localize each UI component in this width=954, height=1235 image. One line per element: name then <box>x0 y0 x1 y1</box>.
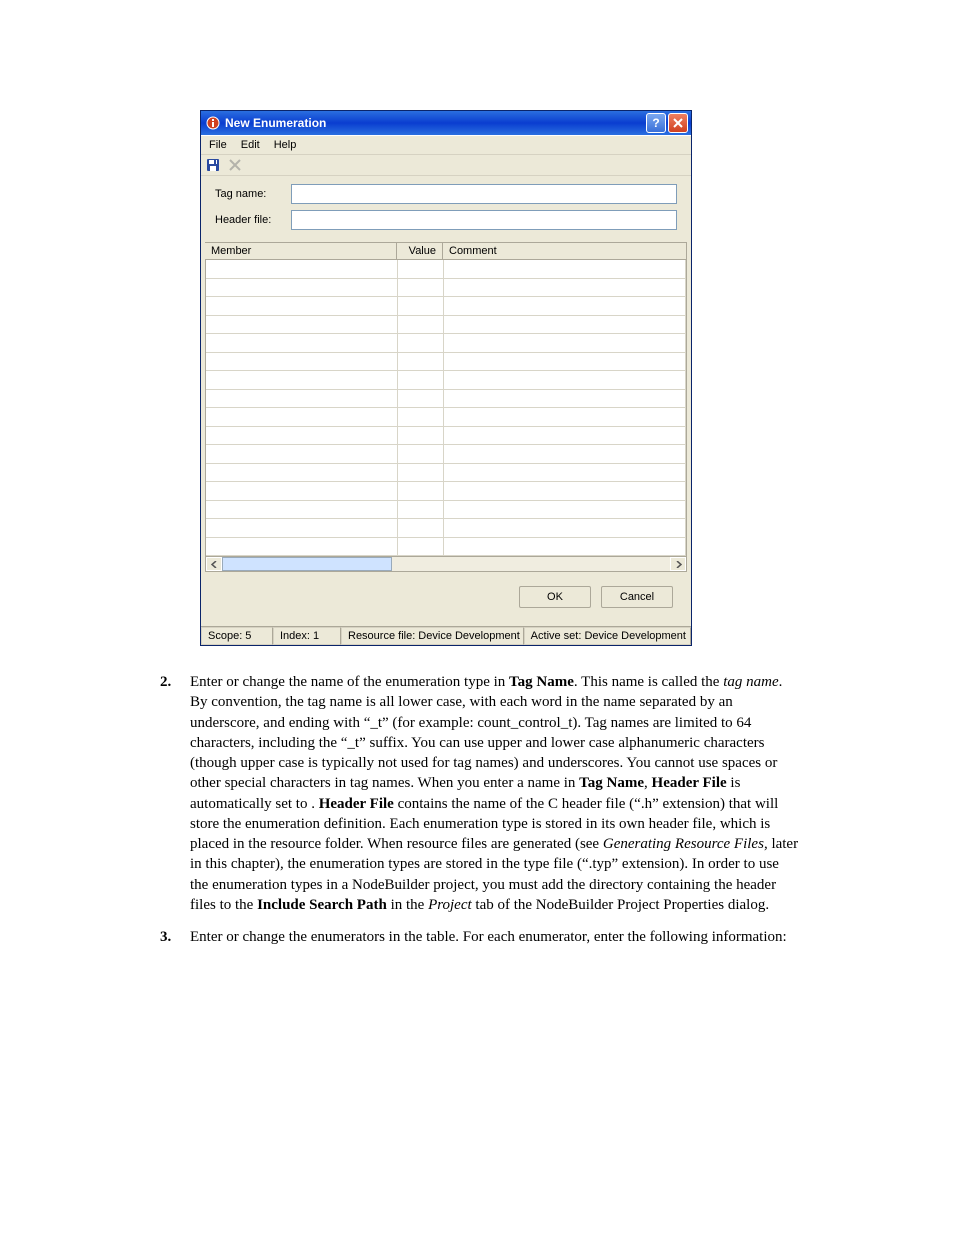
table-row[interactable] <box>206 297 686 316</box>
step-2-body: Enter or change the name of the enumerat… <box>190 672 799 915</box>
status-scope: Scope: 5 <box>201 627 273 645</box>
table-row[interactable] <box>206 279 686 298</box>
window-title: New Enumeration <box>225 116 644 130</box>
table-row[interactable] <box>206 445 686 464</box>
scroll-thumb[interactable] <box>222 557 392 571</box>
menu-edit[interactable]: Edit <box>235 138 266 152</box>
step-3: 3. Enter or change the enumerators in th… <box>160 927 799 947</box>
table-row[interactable] <box>206 501 686 520</box>
step-3-body: Enter or change the enumerators in the t… <box>190 927 799 947</box>
save-icon[interactable] <box>205 157 221 173</box>
cancel-button[interactable]: Cancel <box>601 586 673 608</box>
dialog-buttons: OK Cancel <box>201 572 691 626</box>
form-area: Tag name: Header file: <box>201 175 691 242</box>
grid-header: Member Value Comment <box>205 243 687 260</box>
table-row[interactable] <box>206 334 686 353</box>
menu-help[interactable]: Help <box>268 138 303 152</box>
tag-name-label: Tag name: <box>215 188 291 200</box>
new-enumeration-dialog: New Enumeration ? File Edit Help <box>200 110 692 646</box>
delete-icon[interactable] <box>227 157 243 173</box>
table-row[interactable] <box>206 408 686 427</box>
col-member[interactable]: Member <box>205 243 397 259</box>
tag-name-input[interactable] <box>291 184 677 204</box>
table-row[interactable] <box>206 519 686 538</box>
scroll-left-button[interactable] <box>206 557 222 571</box>
status-active: Active set: Device Development <box>524 627 691 645</box>
menubar: File Edit Help <box>201 135 691 154</box>
close-button[interactable] <box>668 113 688 133</box>
menu-file[interactable]: File <box>203 138 233 152</box>
table-row[interactable] <box>206 482 686 501</box>
table-row[interactable] <box>206 538 686 557</box>
horizontal-scrollbar[interactable] <box>205 556 687 572</box>
titlebar: New Enumeration ? <box>201 111 691 135</box>
status-resource: Resource file: Device Development <box>341 627 524 645</box>
step-number: 2. <box>160 672 190 692</box>
scroll-right-button[interactable] <box>670 557 686 571</box>
grid-body[interactable] <box>205 260 687 556</box>
col-comment[interactable]: Comment <box>443 243 687 259</box>
table-row[interactable] <box>206 353 686 372</box>
toolbar <box>201 154 691 175</box>
step-number: 3. <box>160 927 190 947</box>
table-row[interactable] <box>206 371 686 390</box>
table-row[interactable] <box>206 390 686 409</box>
scroll-track[interactable] <box>222 557 670 571</box>
members-grid: Member Value Comment <box>205 242 687 556</box>
ok-button[interactable]: OK <box>519 586 591 608</box>
help-button[interactable]: ? <box>646 113 666 133</box>
app-icon <box>205 115 221 131</box>
step-2: 2. Enter or change the name of the enume… <box>160 672 799 915</box>
table-row[interactable] <box>206 260 686 279</box>
table-row[interactable] <box>206 316 686 335</box>
table-row[interactable] <box>206 427 686 446</box>
table-row[interactable] <box>206 464 686 483</box>
statusbar: Scope: 5 Index: 1 Resource file: Device … <box>201 626 691 645</box>
col-value[interactable]: Value <box>397 243 443 259</box>
status-index: Index: 1 <box>273 627 341 645</box>
header-file-label: Header file: <box>215 214 291 226</box>
header-file-input[interactable] <box>291 210 677 230</box>
